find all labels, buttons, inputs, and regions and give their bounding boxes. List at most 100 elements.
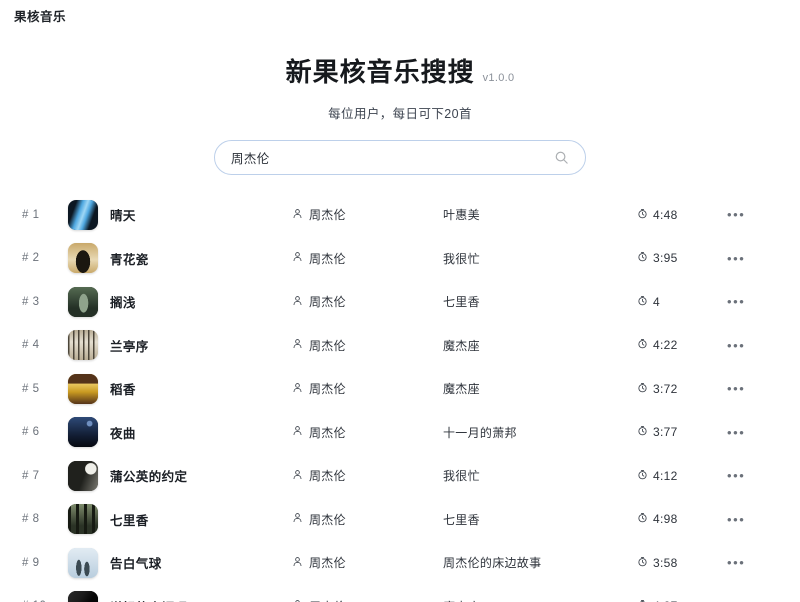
- album-art-cell[interactable]: [68, 504, 100, 535]
- row-menu-button[interactable]: •••: [727, 512, 787, 527]
- song-artist[interactable]: 周杰伦: [292, 598, 443, 602]
- song-album[interactable]: 魔杰座: [443, 598, 637, 602]
- person-icon: [292, 338, 303, 352]
- song-title[interactable]: 告白气球: [100, 553, 292, 572]
- album-art-thumbnail[interactable]: [68, 373, 98, 404]
- song-album[interactable]: 魔杰座: [443, 380, 637, 397]
- album-art-thumbnail[interactable]: [68, 199, 98, 230]
- song-artist[interactable]: 周杰伦: [292, 424, 443, 441]
- song-rank: # 7: [22, 469, 40, 482]
- song-album[interactable]: 叶惠美: [443, 206, 637, 223]
- song-duration: 4:48: [637, 208, 727, 222]
- row-menu-button[interactable]: •••: [727, 468, 787, 483]
- album-art-cell[interactable]: [68, 243, 100, 274]
- brand-logo[interactable]: 果核音乐: [14, 6, 66, 25]
- song-artist[interactable]: 周杰伦: [292, 511, 443, 528]
- clock-icon: [637, 512, 648, 526]
- album-art-thumbnail[interactable]: [68, 286, 98, 317]
- clock-icon: [637, 469, 648, 483]
- artist-name: 周杰伦: [309, 208, 346, 223]
- album-art-cell[interactable]: [68, 417, 100, 448]
- song-row[interactable]: # 4 兰亭序 周杰伦 魔杰座 4:22 •••: [0, 323, 800, 367]
- song-row[interactable]: # 8 七里香 周杰伦 七里香 4:98 •••: [0, 497, 800, 541]
- song-artist[interactable]: 周杰伦: [292, 250, 443, 267]
- song-rank: # 1: [22, 208, 40, 221]
- song-row[interactable]: # 6 夜曲 周杰伦 十一月的萧邦 3:77 •••: [0, 410, 800, 454]
- artist-name: 周杰伦: [309, 598, 346, 602]
- song-row[interactable]: # 2 青花瓷 周杰伦 我很忙 3:95 •••: [0, 236, 800, 280]
- clock-icon: [637, 556, 648, 570]
- album-art-cell[interactable]: [68, 286, 100, 317]
- song-album[interactable]: 十一月的萧邦: [443, 424, 637, 441]
- album-art-cell[interactable]: [68, 330, 100, 361]
- row-menu-button[interactable]: •••: [727, 555, 787, 570]
- row-menu-button[interactable]: •••: [727, 294, 787, 309]
- song-album[interactable]: 我很忙: [443, 250, 637, 267]
- song-artist[interactable]: 周杰伦: [292, 337, 443, 354]
- song-duration: 3:58: [637, 556, 727, 570]
- album-art-thumbnail[interactable]: [68, 504, 98, 535]
- song-album[interactable]: 周杰伦的床边故事: [443, 554, 637, 571]
- album-art-cell[interactable]: [68, 547, 100, 578]
- album-art-cell[interactable]: [68, 373, 100, 404]
- song-title[interactable]: 青花瓷: [100, 249, 292, 268]
- song-row[interactable]: # 1 晴天 周杰伦 叶惠美 4:48 •••: [0, 193, 800, 237]
- row-menu-button[interactable]: •••: [727, 338, 787, 353]
- song-artist[interactable]: 周杰伦: [292, 467, 443, 484]
- album-art-cell[interactable]: [68, 199, 100, 230]
- song-title[interactable]: 稻香: [100, 379, 292, 398]
- song-artist[interactable]: 周杰伦: [292, 206, 443, 223]
- song-row[interactable]: # 9 告白气球 周杰伦 周杰伦的床边故事 3:58 •••: [0, 541, 800, 585]
- album-art-thumbnail[interactable]: [68, 460, 98, 491]
- song-title[interactable]: 兰亭序: [100, 336, 292, 355]
- top-bar: 果核音乐: [0, 0, 800, 30]
- duration-value: 4:12: [653, 468, 678, 483]
- song-title[interactable]: 晴天: [100, 205, 292, 224]
- song-album[interactable]: 我很忙: [443, 467, 637, 484]
- person-icon: [292, 382, 303, 396]
- song-artist[interactable]: 周杰伦: [292, 554, 443, 571]
- song-album[interactable]: 七里香: [443, 293, 637, 310]
- album-art-thumbnail[interactable]: [68, 330, 98, 361]
- song-title[interactable]: 夜曲: [100, 423, 292, 442]
- song-row[interactable]: # 7 蒲公英的约定 周杰伦 我很忙 4:12 •••: [0, 454, 800, 498]
- artist-name: 周杰伦: [309, 338, 346, 353]
- album-art-thumbnail[interactable]: [68, 591, 98, 602]
- song-row[interactable]: # 5 稻香 周杰伦 魔杰座 3:72 •••: [0, 367, 800, 411]
- artist-name: 周杰伦: [309, 425, 346, 440]
- clock-icon: [637, 295, 648, 309]
- song-row[interactable]: # 3 搁浅 周杰伦 七里香 4 •••: [0, 280, 800, 324]
- hero-section: 新果核音乐搜搜 v1.0.0 每位用户，每日可下20首: [0, 30, 800, 122]
- song-title[interactable]: 搁浅: [100, 292, 292, 311]
- album-art-cell[interactable]: [68, 460, 100, 491]
- song-duration: 3:77: [637, 425, 727, 439]
- search-bar[interactable]: [214, 140, 586, 175]
- song-title[interactable]: 说好的幸福呢: [100, 597, 292, 602]
- person-icon: [292, 556, 303, 570]
- album-art-cell[interactable]: [68, 591, 100, 602]
- row-menu-button[interactable]: •••: [727, 425, 787, 440]
- song-title[interactable]: 七里香: [100, 510, 292, 529]
- song-row[interactable]: # 10 说好的幸福呢 周杰伦 魔杰座 4:27 •••: [0, 584, 800, 602]
- album-art-thumbnail[interactable]: [68, 547, 98, 578]
- row-menu-button[interactable]: •••: [727, 381, 787, 396]
- song-album[interactable]: 七里香: [443, 511, 637, 528]
- album-art-thumbnail[interactable]: [68, 417, 98, 448]
- song-duration: 4:22: [637, 338, 727, 352]
- song-title[interactable]: 蒲公英的约定: [100, 466, 292, 485]
- song-duration: 3:95: [637, 251, 727, 265]
- song-artist[interactable]: 周杰伦: [292, 380, 443, 397]
- artist-name: 周杰伦: [309, 251, 346, 266]
- song-rank: # 2: [22, 252, 40, 265]
- search-icon[interactable]: [554, 150, 569, 165]
- duration-value: 3:95: [653, 251, 678, 266]
- album-art-thumbnail[interactable]: [68, 243, 98, 274]
- search-input[interactable]: [231, 150, 554, 165]
- clock-icon: [637, 425, 648, 439]
- song-artist[interactable]: 周杰伦: [292, 293, 443, 310]
- artist-name: 周杰伦: [309, 556, 346, 571]
- row-menu-button[interactable]: •••: [727, 251, 787, 266]
- search-box[interactable]: [214, 140, 586, 175]
- song-album[interactable]: 魔杰座: [443, 337, 637, 354]
- row-menu-button[interactable]: •••: [727, 207, 787, 222]
